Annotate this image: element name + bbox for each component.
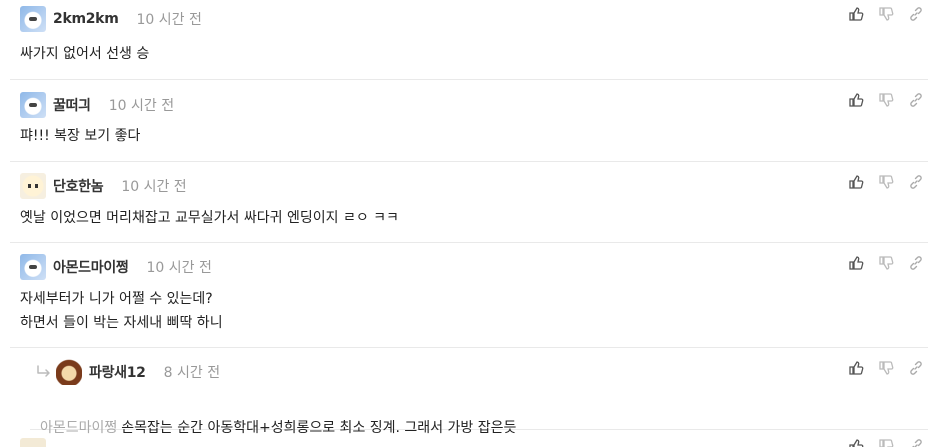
reply-header: 파랑새12 8 시간 전 bbox=[56, 359, 220, 385]
thumbs-up-icon[interactable] bbox=[848, 438, 864, 447]
comment-text: 퍄!!! 복장 보기 좋다 bbox=[20, 128, 141, 144]
timestamp: 10 시간 전 bbox=[108, 98, 175, 114]
timestamp: 10 시간 전 bbox=[121, 179, 187, 195]
reply-text-line: 아몬드마이쩡 손목잡는 순간 아동학대+성희롱으로 최소 징계. 그래서 가방 잡… bbox=[40, 392, 516, 440]
thumbs-down-icon[interactable] bbox=[878, 6, 894, 22]
reply-arrow-icon bbox=[37, 365, 50, 377]
nickname[interactable]: 파랑새12 bbox=[89, 362, 146, 382]
avatar[interactable] bbox=[20, 254, 46, 280]
link-icon[interactable] bbox=[908, 360, 924, 376]
timestamp: 8 시간 전 bbox=[163, 365, 221, 381]
comment-header: 꿀떠긔 10 시간 전 bbox=[20, 92, 174, 118]
comment-item: 아몬드마이쩡 10 시간 전 자세부터가 니가 어쩔 수 있는데? 하면서 들이… bbox=[10, 243, 928, 348]
comment-item: 꿀떠긔 10 시간 전 퍄!!! 복장 보기 좋다 bbox=[10, 80, 928, 162]
avatar[interactable] bbox=[56, 359, 82, 385]
link-icon[interactable] bbox=[908, 255, 924, 271]
comment-text: 자세부터가 니가 어쩔 수 있는데? 하면서 들이 박는 자세내 삐딱 하니 bbox=[20, 291, 223, 331]
comment-item: 2km2km 10 시간 전 싸가지 없어서 선생 승 bbox=[10, 0, 928, 80]
thumbs-up-icon[interactable] bbox=[848, 92, 864, 108]
comment-actions bbox=[848, 255, 924, 271]
link-icon[interactable] bbox=[908, 174, 924, 190]
nickname[interactable]: 2km2km bbox=[53, 11, 119, 27]
timestamp: 10 시간 전 bbox=[136, 12, 202, 28]
comment-actions bbox=[848, 6, 924, 22]
thumbs-down-icon[interactable] bbox=[878, 255, 894, 271]
comment-header: 단호한놈 10 시간 전 bbox=[20, 173, 187, 199]
comment-text: 싸가지 없어서 선생 승 bbox=[20, 46, 150, 62]
thumbs-down-icon[interactable] bbox=[878, 174, 894, 190]
reply-item: 파랑새12 8 시간 전 아몬드마이쩡 손목잡는 순간 아동학대+성희롱으로 최소… bbox=[30, 348, 928, 436]
comment-item: 단호한놈 10 시간 전 옛날 이었으면 머리채잡고 교무실가서 싸다귀 엔딩이… bbox=[10, 162, 928, 243]
thumbs-down-icon[interactable] bbox=[878, 438, 894, 447]
thumbs-up-icon[interactable] bbox=[848, 360, 864, 376]
comment-text: 옛날 이었으면 머리채잡고 교무실가서 싸다귀 엔딩이지 ㄹㅇ ㅋㅋ bbox=[20, 210, 399, 226]
thumbs-down-icon[interactable] bbox=[878, 360, 894, 376]
thumbs-down-icon[interactable] bbox=[878, 92, 894, 108]
mention-link[interactable]: 아몬드마이쩡 bbox=[40, 420, 117, 436]
link-icon[interactable] bbox=[908, 6, 924, 22]
nickname[interactable]: 단호한놈 bbox=[53, 176, 104, 196]
comment-header: 2km2km 10 시간 전 bbox=[20, 6, 202, 32]
comment-header: 아몬드마이쩡 10 시간 전 bbox=[20, 254, 212, 280]
link-icon[interactable] bbox=[908, 92, 924, 108]
avatar[interactable] bbox=[20, 6, 46, 32]
thumbs-up-icon[interactable] bbox=[848, 255, 864, 271]
thumbs-up-icon[interactable] bbox=[848, 6, 864, 22]
avatar[interactable] bbox=[20, 92, 46, 118]
comment-actions bbox=[848, 438, 924, 447]
nickname[interactable]: 꿀떠긔 bbox=[53, 95, 91, 115]
avatar bbox=[20, 438, 46, 447]
nickname[interactable]: 아몬드마이쩡 bbox=[53, 257, 129, 277]
comment-actions bbox=[848, 92, 924, 108]
comment-actions bbox=[848, 360, 924, 376]
avatar[interactable] bbox=[20, 173, 46, 199]
link-icon[interactable] bbox=[908, 438, 924, 447]
reply-text: 손목잡는 순간 아동학대+성희롱으로 최소 징계. 그래서 가방 잡은듯 bbox=[121, 420, 517, 436]
timestamp: 10 시간 전 bbox=[146, 260, 212, 276]
comment-actions bbox=[848, 174, 924, 190]
thumbs-up-icon[interactable] bbox=[848, 174, 864, 190]
